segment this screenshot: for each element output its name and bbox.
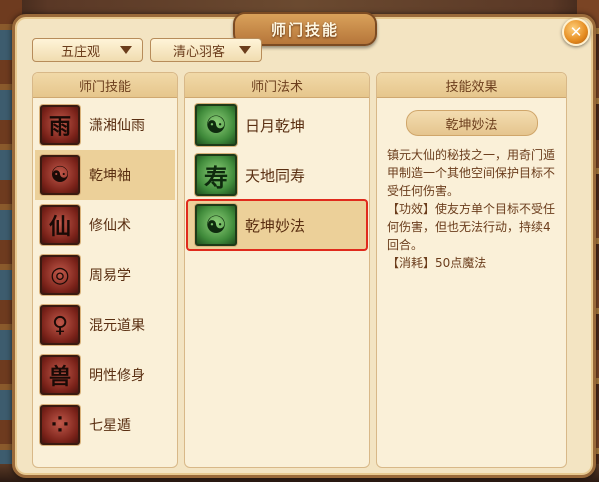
sect-skill-item[interactable]: 雨 潇湘仙雨 (35, 100, 175, 150)
spell-item[interactable]: ☯ 日月乾坤 (187, 100, 367, 150)
sect-skill-label: 乾坤袖 (89, 168, 131, 184)
sect-skills-list: 雨 潇湘仙雨 ☯ 乾坤袖 仙 修仙术 ◎ 周易学 ♀ 混元道果 兽 明性修身 ⁘… (33, 98, 177, 450)
sect-skill-item-selected[interactable]: ☯ 乾坤袖 (35, 150, 175, 200)
type-dropdown[interactable]: 清心羽客 (150, 38, 262, 62)
close-button[interactable]: ✕ (562, 18, 590, 46)
sect-skill-item[interactable]: 仙 修仙术 (35, 200, 175, 250)
beast-icon: 兽 (40, 355, 80, 395)
sleeve-yinyang-icon: ☯ (40, 155, 80, 195)
skill-name-plate: 乾坤妙法 (377, 110, 566, 136)
close-icon: ✕ (569, 22, 583, 41)
bagua-icon: ◎ (40, 255, 80, 295)
skill-cost: 【消耗】50点魔法 (387, 256, 487, 270)
spell-label: 天地同寿 (245, 166, 306, 185)
sect-skill-label: 周易学 (89, 268, 131, 284)
sect-spells-panel: 师门法术 ☯ 日月乾坤 寿 天地同寿 ☯ 乾坤妙法 (184, 72, 370, 468)
figure-icon: 仙 (40, 205, 80, 245)
sect-skill-label: 混元道果 (89, 318, 145, 334)
type-dropdown-value: 清心羽客 (172, 44, 225, 60)
sect-skill-item[interactable]: 兽 明性修身 (35, 350, 175, 400)
sect-skill-label: 潇湘仙雨 (89, 118, 145, 134)
seven-stars-icon: ⁘ (40, 405, 80, 445)
chevron-down-icon (120, 46, 132, 54)
sect-skill-item[interactable]: ♀ 混元道果 (35, 300, 175, 350)
skill-effect-header: 技能效果 (377, 73, 566, 98)
spell-item-selected[interactable]: ☯ 乾坤妙法 (186, 199, 368, 251)
sect-skill-item[interactable]: ◎ 周易学 (35, 250, 175, 300)
sect-skills-header: 师门技能 (33, 73, 177, 98)
window-title: 师门技能 (270, 20, 339, 39)
sect-skill-label: 修仙术 (89, 218, 131, 234)
sect-spells-list: ☯ 日月乾坤 寿 天地同寿 ☯ 乾坤妙法 (185, 98, 369, 251)
chevron-down-icon (239, 46, 251, 54)
sect-skill-label: 明性修身 (89, 368, 145, 384)
spell-label: 乾坤妙法 (245, 216, 306, 235)
sect-dropdown[interactable]: 五庄观 (32, 38, 143, 62)
sect-skill-label: 七星遁 (89, 418, 131, 434)
sect-skill-item[interactable]: ⁘ 七星遁 (35, 400, 175, 450)
sect-spells-header: 师门法术 (185, 73, 369, 98)
skill-effect: 【功效】使友方单个目标不受任何伤害，但也无法行动，持续4回合。 (387, 202, 556, 252)
figures-icon: 寿 (195, 154, 237, 196)
dao-fruit-icon: ♀ (40, 305, 80, 345)
skill-description-block: 镇元大仙的秘技之一，用奇门遁甲制造一个其他空间保护目标不受任何伤害。 【功效】使… (387, 146, 558, 272)
skill-description: 镇元大仙的秘技之一，用奇门遁甲制造一个其他空间保护目标不受任何伤害。 (387, 148, 556, 198)
sect-dropdown-value: 五庄观 (60, 44, 100, 60)
skill-name: 乾坤妙法 (405, 110, 538, 136)
skill-effect-panel: 技能效果 乾坤妙法 镇元大仙的秘技之一，用奇门遁甲制造一个其他空间保护目标不受任… (376, 72, 567, 468)
sun-moon-icon: ☯ (195, 104, 237, 146)
yinyang-icon: ☯ (195, 204, 237, 246)
rain-scroll-icon: 雨 (40, 105, 80, 145)
spell-label: 日月乾坤 (245, 116, 306, 135)
spell-item[interactable]: 寿 天地同寿 (187, 150, 367, 200)
sect-skills-panel: 师门技能 雨 潇湘仙雨 ☯ 乾坤袖 仙 修仙术 ◎ 周易学 ♀ 混元道果 兽 明… (32, 72, 178, 468)
